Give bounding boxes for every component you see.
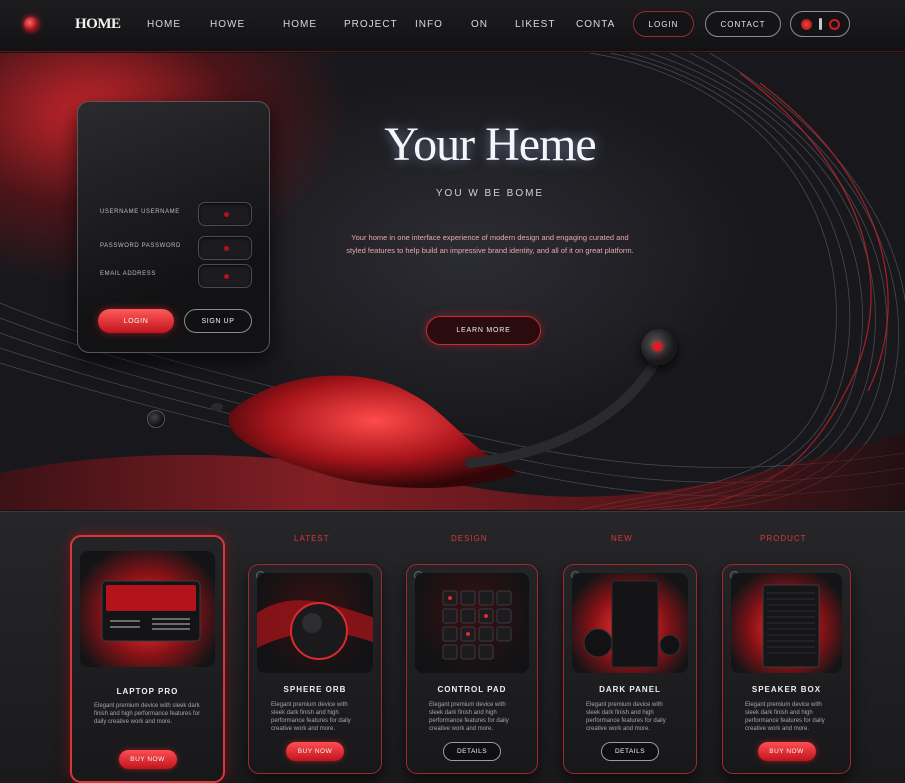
nav-contact-button[interactable]: CONTACT [705,11,781,37]
product-button-1[interactable]: BUY NOW [118,750,177,769]
login-card: USERNAME USERNAME PASSWORD PASSWORD EMAI… [77,101,270,353]
product-name-5: SPEAKER BOX [751,685,822,694]
hero-title: Your Heme [384,118,596,171]
product-name-3: CONTROL PAD [437,685,507,694]
hero-subtitle: YOU W BE BOME [435,188,545,199]
product-image-4 [572,573,688,673]
nav-link-5[interactable]: INFO [415,19,443,30]
product-desc-4: Elegant premium device with sleek dark f… [586,702,666,732]
product-image-2 [257,573,373,673]
product-desc-1: Elegant premium device with sleek dark f… [94,703,201,725]
category-label-4[interactable]: PRODUCT [760,534,807,543]
learn-more-button[interactable]: LEARN MORE [426,316,541,345]
product-name-1: LAPTOP PRO [116,687,179,696]
nav-link-4[interactable]: PROJECT [344,19,398,30]
product-desc-3: Elegant premium device with sleek dark f… [429,702,509,732]
product-desc-5: Elegant premium device with sleek dark f… [745,702,825,732]
nav-link-1[interactable]: HOME [147,19,181,30]
hero-section: USERNAME USERNAME PASSWORD PASSWORD EMAI… [0,53,905,510]
category-label-3[interactable]: NEW [611,534,633,543]
product-name-2: SPHERE ORB [283,685,347,694]
products-section: LATEST DESIGN NEW PRODUCT LAPTOP PRO Ele… [0,511,905,783]
orb-decoration-icon [641,329,677,365]
nav-icon-group [790,11,850,37]
product-image-3 [415,573,529,673]
nav-link-8[interactable]: CONTA [576,19,615,30]
red-dot-icon[interactable] [800,18,812,30]
product-button-5[interactable]: BUY NOW [757,742,816,761]
pebble-icon [211,403,223,411]
nav-link-6[interactable]: ON [471,19,488,30]
product-card-2[interactable]: SPHERE ORB Elegant premium device with s… [248,564,382,774]
product-desc-2: Elegant premium device with sleek dark f… [271,702,351,732]
username-input[interactable] [198,202,252,226]
username-row: USERNAME USERNAME [100,202,252,226]
small-orb-icon [147,410,165,428]
hero-description: Your home in one interface experience of… [346,233,634,255]
product-button-3[interactable]: DETAILS [443,742,501,761]
product-image-5 [731,573,842,673]
product-card-4[interactable]: DARK PANEL Elegant premium device with s… [563,564,697,774]
email-label: EMAIL ADDRESS [100,271,156,277]
top-navigation: HOME HOME HOWE HOME PROJECT INFO ON LIKE… [0,0,905,52]
menu-icon[interactable] [818,18,822,30]
product-image-1 [80,551,215,667]
nav-link-3[interactable]: HOME [283,19,317,30]
category-label-2[interactable]: DESIGN [451,534,488,543]
record-dot-icon[interactable] [24,17,38,31]
category-label-1[interactable]: LATEST [294,534,330,543]
product-card-5[interactable]: SPEAKER BOX Elegant premium device with … [722,564,851,774]
nav-link-2[interactable]: HOWE [210,19,245,30]
product-button-2[interactable]: BUY NOW [286,742,344,761]
ring-icon[interactable] [828,18,840,30]
product-name-4: DARK PANEL [599,685,661,694]
product-card-1[interactable]: LAPTOP PRO Elegant premium device with s… [70,535,225,783]
username-label: USERNAME USERNAME [100,209,180,215]
password-row: PASSWORD PASSWORD [100,236,252,260]
password-input[interactable] [198,236,252,260]
email-row: EMAIL ADDRESS [100,264,252,288]
signup-button[interactable]: SIGN UP [184,309,252,333]
password-label: PASSWORD PASSWORD [100,243,181,249]
product-button-4[interactable]: DETAILS [601,742,659,761]
site-logo[interactable]: HOME [75,16,121,33]
product-card-3[interactable]: CONTROL PAD Elegant premium device with … [406,564,538,774]
nav-link-7[interactable]: LIKEST [515,19,555,30]
login-button[interactable]: LOGIN [98,309,174,333]
email-input[interactable] [198,264,252,288]
nav-login-button[interactable]: LOGIN [633,11,694,37]
